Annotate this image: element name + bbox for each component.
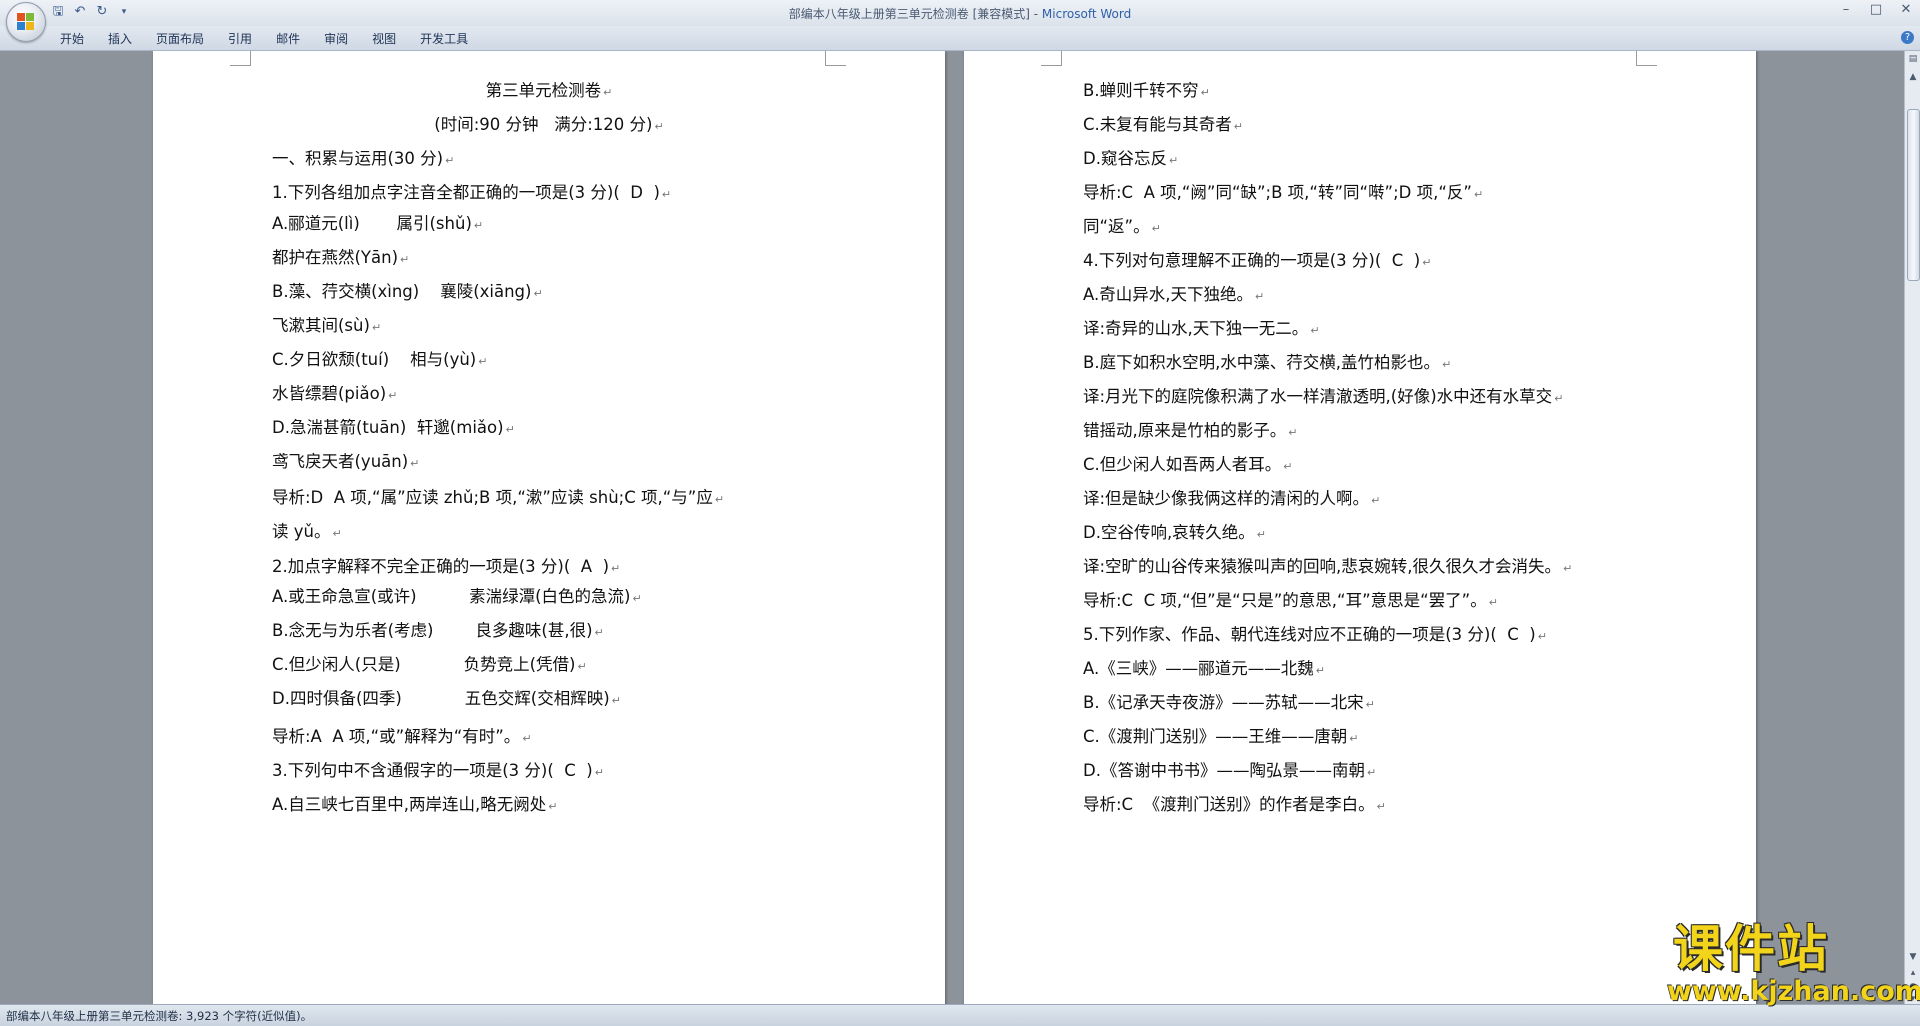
document-line[interactable]: B.藻、荇交横(xìng) 襄陵(xiāng) bbox=[272, 282, 543, 304]
document-line[interactable]: 4.下列对句意理解不正确的一项是(3 分)( C ) bbox=[1083, 251, 1431, 273]
document-line[interactable]: 同“返”。 bbox=[1083, 217, 1161, 239]
ribbon-tab[interactable]: 邮件 bbox=[264, 30, 312, 48]
document-page-2[interactable]: B.蝉则千转不穷 C.未复有能与其奇者 D.窥谷忘反导析:C A 项,“阙”同“缺”… bbox=[964, 51, 1756, 1004]
document-line[interactable]: C.但少闲人如吾两人者耳。 bbox=[1083, 455, 1293, 477]
document-line[interactable]: 导析:C A 项,“阙”同“缺”;B 项,“转”同“啭”;D 项,“反” bbox=[1083, 183, 1483, 205]
title-bar: 🖫 ↶ ↻ ▾ 部编本八年级上册第三单元检测卷 [兼容模式] - Microso… bbox=[0, 0, 1920, 26]
window-title: 部编本八年级上册第三单元检测卷 [兼容模式] - Microsoft Word bbox=[0, 5, 1920, 22]
document-line[interactable]: 第三单元检测卷 bbox=[153, 81, 945, 103]
document-line[interactable]: C.但少闲人(只是) 负势竞上(凭借) bbox=[272, 655, 587, 677]
ribbon-tab[interactable]: 页面布局 bbox=[144, 30, 216, 48]
document-line[interactable]: 译:月光下的庭院像积满了水一样清澈透明,(好像)水中还有水草交 bbox=[1083, 387, 1563, 409]
document-line[interactable]: A.或王命急宣(或许) 素湍绿潭(白色的急流) bbox=[272, 587, 642, 609]
document-line[interactable]: 导析:D A 项,“属”应读 zhǔ;B 项,“漱”应读 shù;C 项,“与”… bbox=[272, 488, 724, 510]
margin-marker bbox=[1041, 51, 1062, 66]
ribbon-tab[interactable]: 引用 bbox=[216, 30, 264, 48]
document-line[interactable]: A.奇山异水,天下独绝。 bbox=[1083, 285, 1264, 307]
document-line[interactable]: 译:但是缺少像我俩这样的清闲的人啊。 bbox=[1083, 489, 1380, 511]
office-button[interactable] bbox=[6, 2, 46, 42]
watermark-logo: 课件站 www.kjzhan.com bbox=[1665, 920, 1920, 1010]
document-title: 部编本八年级上册第三单元检测卷 [兼容模式] - bbox=[788, 7, 1042, 21]
document-line[interactable]: 导析:A A 项,“或”解释为“有时”。 bbox=[272, 727, 532, 749]
vertical-scrollbar[interactable]: ▤ ▲ ▼ ▴ ● ▾ bbox=[1904, 51, 1920, 1004]
maximize-icon[interactable]: □ bbox=[1868, 2, 1884, 17]
ribbon-tab[interactable]: 审阅 bbox=[312, 30, 360, 48]
minimize-icon[interactable]: – bbox=[1838, 2, 1854, 17]
margin-marker bbox=[1636, 51, 1657, 66]
scroll-thumb[interactable] bbox=[1907, 109, 1920, 281]
document-line[interactable]: A.郦道元(lì) 属引(shǔ) bbox=[272, 214, 483, 236]
document-area[interactable]: 第三单元检测卷 (时间:90 分钟 满分:120 分) 一、积累与运用(30 分) 1… bbox=[0, 51, 1904, 1004]
document-line[interactable]: D.窥谷忘反 bbox=[1083, 149, 1178, 171]
document-line[interactable]: C.夕日欲颓(tuí) 相与(yù) bbox=[272, 350, 487, 372]
document-line[interactable]: B.念无与为乐者(考虑) 良多趣味(甚,很) bbox=[272, 621, 604, 643]
ribbon-tabs: 开始 插入 页面布局 引用 邮件 审阅 视图 开发工具 bbox=[48, 30, 480, 48]
window-controls: – □ ✕ bbox=[1838, 2, 1914, 17]
scroll-up-icon[interactable]: ▲ bbox=[1907, 71, 1919, 83]
document-line[interactable]: D.空谷传响,哀转久绝。 bbox=[1083, 523, 1266, 545]
close-icon[interactable]: ✕ bbox=[1898, 2, 1914, 17]
document-line[interactable]: 5.下列作家、作品、朝代连线对应不正确的一项是(3 分)( C ) bbox=[1083, 625, 1547, 647]
document-line[interactable]: 一、积累与运用(30 分) bbox=[272, 149, 454, 171]
document-line[interactable]: 3.下列句中不含通假字的一项是(3 分)( C ) bbox=[272, 761, 604, 783]
ribbon-tab[interactable]: 插入 bbox=[96, 30, 144, 48]
document-line[interactable]: D.《答谢中书书》——陶弘景——南朝 bbox=[1083, 761, 1376, 783]
document-line[interactable]: 鸢飞戾天者(yuān) bbox=[272, 452, 419, 474]
document-line[interactable]: A.自三峡七百里中,两岸连山,略无阙处 bbox=[272, 795, 557, 817]
office-logo-icon bbox=[17, 13, 35, 31]
document-line[interactable]: 读 yǔ。 bbox=[272, 522, 342, 544]
document-line[interactable]: 水皆缥碧(piǎo) bbox=[272, 384, 397, 406]
document-line[interactable]: D.四时俱备(四季) 五色交辉(交相辉映) bbox=[272, 689, 621, 711]
document-line[interactable]: B.庭下如积水空明,水中藻、荇交横,盖竹柏影也。 bbox=[1083, 353, 1451, 375]
document-line[interactable]: 2.加点字解释不完全正确的一项是(3 分)( A ) bbox=[272, 557, 620, 579]
scroll-down-icon[interactable]: ▼ bbox=[1907, 951, 1919, 963]
document-line[interactable]: C.《渡荆门送别》——王维——唐朝 bbox=[1083, 727, 1359, 749]
ribbon-tab[interactable]: 视图 bbox=[360, 30, 408, 48]
document-line[interactable]: C.未复有能与其奇者 bbox=[1083, 115, 1243, 137]
watermark-title: 课件站 bbox=[1673, 920, 1829, 978]
status-bar: 部编本八年级上册第三单元检测卷: 3,923 个字符(近似值)。 bbox=[0, 1004, 1920, 1026]
document-line[interactable]: 导析:C C 项,“但”是“只是”的意思,“耳”意思是“罢了”。 bbox=[1083, 591, 1498, 613]
document-line[interactable]: A.《三峡》——郦道元——北魏 bbox=[1083, 659, 1325, 681]
status-text: 部编本八年级上册第三单元检测卷: 3,923 个字符(近似值)。 bbox=[6, 1009, 313, 1023]
ribbon: 开始 插入 页面布局 引用 邮件 审阅 视图 开发工具 ? bbox=[0, 26, 1920, 51]
app-name: Microsoft Word bbox=[1041, 7, 1132, 21]
document-line[interactable]: (时间:90 分钟 满分:120 分) bbox=[153, 115, 945, 137]
document-line[interactable]: 导析:C 《渡荆门送别》的作者是李白。 bbox=[1083, 795, 1386, 817]
margin-marker bbox=[825, 51, 846, 66]
margin-marker bbox=[230, 51, 251, 66]
document-line[interactable]: 飞漱其间(sù) bbox=[272, 316, 381, 338]
document-line[interactable]: 都护在燕然(Yān) bbox=[272, 248, 409, 270]
ribbon-tab[interactable]: 开发工具 bbox=[408, 30, 480, 48]
document-line[interactable]: 1.下列各组加点字注音全都正确的一项是(3 分)( D ) bbox=[272, 183, 671, 205]
document-line[interactable]: D.急湍甚箭(tuān) 轩邈(miǎo) bbox=[272, 418, 515, 440]
help-icon[interactable]: ? bbox=[1901, 31, 1914, 44]
document-line[interactable]: 译:奇异的山水,天下独一无二。 bbox=[1083, 319, 1320, 341]
ruler-toggle-icon[interactable]: ▤ bbox=[1907, 53, 1919, 65]
document-page-1[interactable]: 第三单元检测卷 (时间:90 分钟 满分:120 分) 一、积累与运用(30 分) 1… bbox=[153, 51, 945, 1004]
ribbon-tab[interactable]: 开始 bbox=[48, 30, 96, 48]
document-line[interactable]: B.《记承天寺夜游》——苏轼——北宋 bbox=[1083, 693, 1375, 715]
document-line[interactable]: B.蝉则千转不穷 bbox=[1083, 81, 1210, 103]
document-line[interactable]: 错摇动,原来是竹柏的影子。 bbox=[1083, 421, 1297, 443]
watermark-url: www.kjzhan.com bbox=[1667, 976, 1920, 1007]
document-line[interactable]: 译:空旷的山谷传来猿猴叫声的回响,悲哀婉转,很久很久才会消失。 bbox=[1083, 557, 1572, 579]
